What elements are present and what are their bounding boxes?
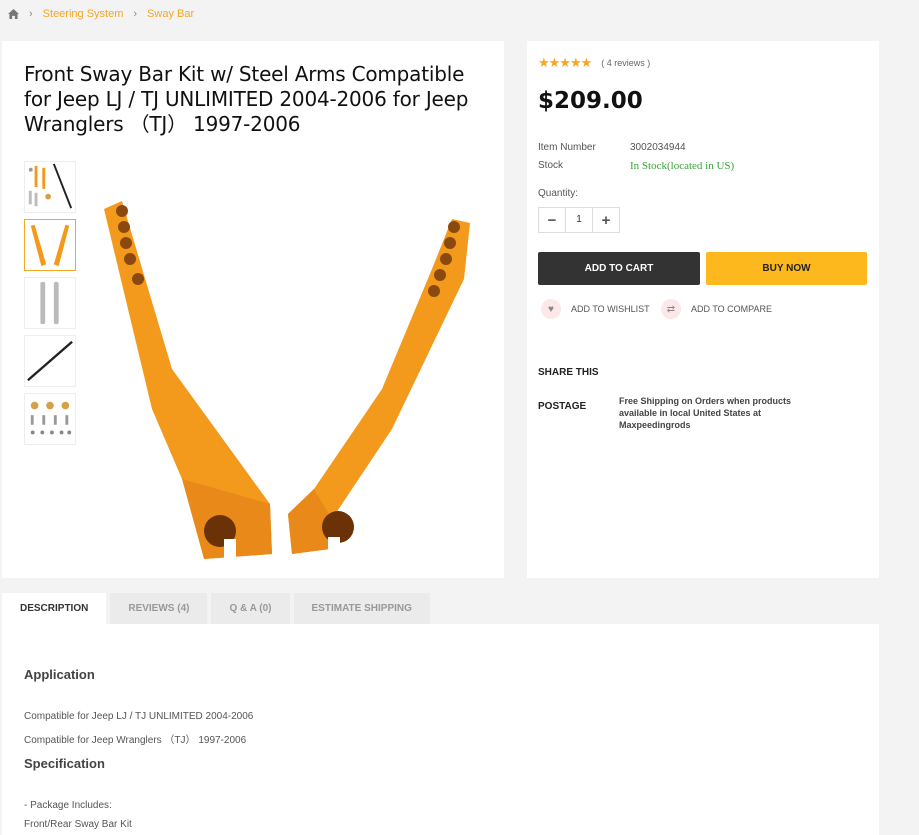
star-rating-icon: ★★★★★ <box>538 55 592 70</box>
chevron-right-icon: › <box>133 8 138 20</box>
reviews-link[interactable]: ( 4 reviews ) <box>601 58 650 68</box>
product-info-panel: ★★★★★ ( 4 reviews ) $209.00 Item Number … <box>527 41 879 578</box>
tab-estimate-shipping[interactable]: ESTIMATE SHIPPING <box>293 593 430 624</box>
application-heading: Application <box>24 667 95 682</box>
add-to-cart-button[interactable]: ADD TO CART <box>538 252 700 285</box>
thumbnail-hardware[interactable] <box>24 393 76 445</box>
share-heading: SHARE THIS <box>538 367 599 378</box>
plus-icon[interactable]: + <box>593 208 619 232</box>
rating: ★★★★★ ( 4 reviews ) <box>538 55 650 71</box>
postage-text: Free Shipping on Orders when products av… <box>619 396 792 430</box>
compare-label: ADD TO COMPARE <box>691 304 773 314</box>
item-number-value: 3002034944 <box>630 142 686 153</box>
wishlist-label: ADD TO WISHLIST <box>571 304 650 314</box>
home-icon[interactable] <box>8 9 19 19</box>
chevron-right-icon: › <box>29 8 33 20</box>
breadcrumb-link-steering[interactable]: Steering System <box>43 8 124 20</box>
product-price: $209.00 <box>538 88 643 114</box>
item-number-row: Item Number 3002034944 <box>538 142 686 153</box>
breadcrumb: › Steering System › Sway Bar <box>8 6 204 22</box>
heart-icon: ♥ <box>541 299 561 319</box>
specification-heading: Specification <box>24 756 105 771</box>
add-to-wishlist-button[interactable]: ♥ ADD TO WISHLIST <box>541 299 650 319</box>
buy-now-button[interactable]: BUY NOW <box>706 252 867 285</box>
minus-icon[interactable]: − <box>539 208 565 232</box>
tab-qa[interactable]: Q & A (0) <box>211 593 290 624</box>
description-panel: Application Compatible for Jeep LJ / TJ … <box>2 624 879 835</box>
spec-line: Front/Rear Sway Bar Kit <box>24 819 132 830</box>
thumbnail-list <box>24 161 78 451</box>
stock-status: In Stock(located in US) <box>630 160 735 172</box>
compare-icon: ⇄ <box>661 299 681 319</box>
quantity-stepper: − 1 + <box>538 207 620 233</box>
item-number-label: Item Number <box>538 142 596 153</box>
quantity-input[interactable]: 1 <box>565 208 593 232</box>
thumbnail-kit[interactable] <box>24 161 76 213</box>
add-to-compare-button[interactable]: ⇄ ADD TO COMPARE <box>661 299 772 319</box>
thumbnail-arms[interactable] <box>24 219 76 271</box>
application-line: Compatible for Jeep Wranglers （TJ） 1997-… <box>24 735 247 746</box>
stock-row: Stock In Stock(located in US) <box>538 160 734 172</box>
product-tabs: DESCRIPTION REVIEWS (4) Q & A (0) ESTIMA… <box>2 593 434 624</box>
tab-description[interactable]: DESCRIPTION <box>2 593 107 624</box>
breadcrumb-link-sway-bar[interactable]: Sway Bar <box>147 8 194 20</box>
thumbnail-bar[interactable] <box>24 335 76 387</box>
spec-line: - Package Includes: <box>24 800 112 811</box>
application-line: Compatible for Jeep LJ / TJ UNLIMITED 20… <box>24 711 254 722</box>
tab-reviews[interactable]: REVIEWS (4) <box>110 593 208 624</box>
quantity-label: Quantity: <box>538 188 579 199</box>
thumbnail-links[interactable] <box>24 277 76 329</box>
product-main-image <box>104 201 470 559</box>
stock-label: Stock <box>538 160 564 171</box>
product-gallery-panel: Front Sway Bar Kit w/ Steel Arms Compati… <box>2 41 504 578</box>
product-title: Front Sway Bar Kit w/ Steel Arms Compati… <box>24 62 469 136</box>
postage-label: POSTAGE <box>538 401 587 412</box>
